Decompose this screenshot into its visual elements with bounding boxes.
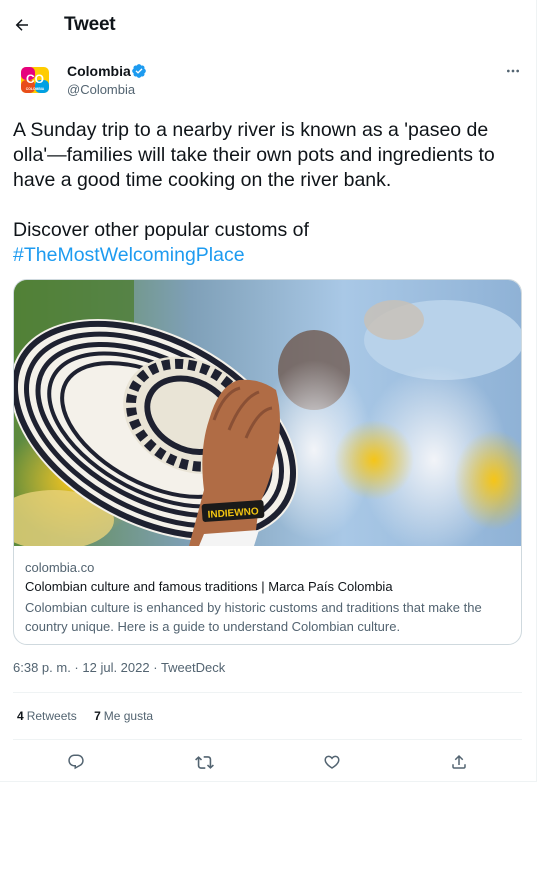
tweet-date[interactable]: 12 jul. 2022	[82, 660, 149, 675]
retweets-stat[interactable]: 4 Retweets	[17, 709, 77, 723]
card-description: Colombian culture is enhanced by histori…	[25, 600, 482, 634]
avatar-text: CO	[26, 72, 44, 86]
likes-count: 7	[94, 709, 101, 723]
retweets-label: Retweets	[26, 709, 77, 723]
retweets-count: 4	[17, 709, 24, 723]
tweet-text: A Sunday trip to a nearby river is known…	[13, 118, 528, 268]
tweet-stats: 4 Retweets 7 Me gusta	[17, 709, 167, 723]
retweet-icon	[194, 753, 214, 772]
meta-separator: ·	[149, 660, 161, 675]
link-card[interactable]: INDIEWNO colombia.co Colombian culture a…	[13, 279, 522, 645]
card-domain: colombia.co	[25, 560, 95, 575]
tweet-paragraph-1: A Sunday trip to a nearby river is known…	[13, 119, 495, 191]
tweet-header: Tweet	[0, 0, 537, 50]
retweet-button[interactable]	[190, 748, 218, 776]
more-horizontal-icon	[505, 63, 521, 79]
divider	[13, 739, 522, 740]
avatar-subtext: COLOMBIA	[26, 87, 45, 91]
author-handle[interactable]: @Colombia	[67, 82, 135, 97]
meta-separator: ·	[70, 660, 83, 675]
arrow-left-icon	[13, 16, 31, 34]
reply-icon	[67, 753, 85, 771]
like-button[interactable]	[318, 748, 346, 776]
tweet-actions	[0, 748, 537, 776]
page-edge	[537, 0, 544, 872]
more-options-button[interactable]	[500, 60, 526, 82]
card-title: Colombian culture and famous traditions …	[25, 579, 393, 594]
likes-label: Me gusta	[103, 709, 154, 723]
share-button[interactable]	[445, 748, 473, 776]
divider	[0, 781, 537, 782]
likes-stat[interactable]: 7 Me gusta	[94, 709, 153, 723]
tweet-paragraph-2: Discover other popular customs of	[13, 219, 309, 241]
tweet-time[interactable]: 6:38 p. m.	[13, 660, 71, 675]
share-icon	[450, 753, 468, 771]
tweet-column: Tweet CO COLOMBIA Colombia @Colombia A S…	[0, 0, 537, 782]
divider	[13, 692, 522, 693]
avatar[interactable]: CO COLOMBIA	[17, 62, 53, 98]
verified-badge-icon	[131, 63, 147, 79]
page-title: Tweet	[64, 14, 116, 35]
reply-button[interactable]	[62, 748, 90, 776]
card-image: INDIEWNO	[14, 280, 521, 546]
tweet-meta: 6:38 p. m. · 12 jul. 2022 · TweetDeck	[13, 660, 225, 675]
back-button[interactable]	[8, 7, 36, 43]
author-name[interactable]: Colombia	[67, 63, 131, 79]
hashtag-link[interactable]: #TheMostWelcomingPlace	[13, 244, 245, 266]
like-icon	[323, 753, 341, 771]
tweet-source[interactable]: TweetDeck	[161, 660, 225, 675]
